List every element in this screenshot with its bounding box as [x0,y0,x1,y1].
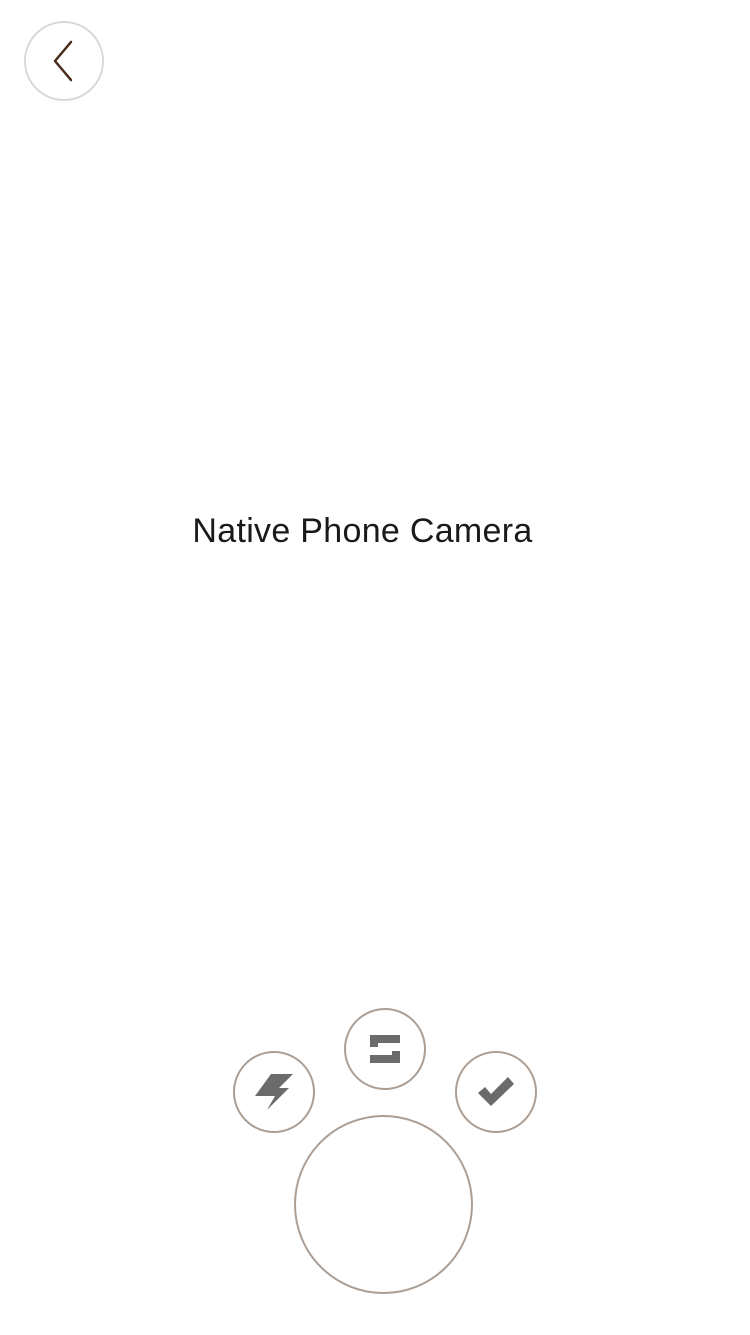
switch-camera-button[interactable] [344,1008,426,1090]
camera-placeholder-label: Native Phone Camera [192,512,533,550]
switch-camera-icon [368,1032,402,1066]
flash-button[interactable] [233,1051,315,1133]
checkmark-icon [476,1075,516,1109]
confirm-button[interactable] [455,1051,537,1133]
chevron-left-icon [49,39,79,83]
back-button[interactable] [24,21,104,101]
lightning-bolt-icon [251,1072,297,1112]
shutter-button[interactable] [294,1115,473,1294]
